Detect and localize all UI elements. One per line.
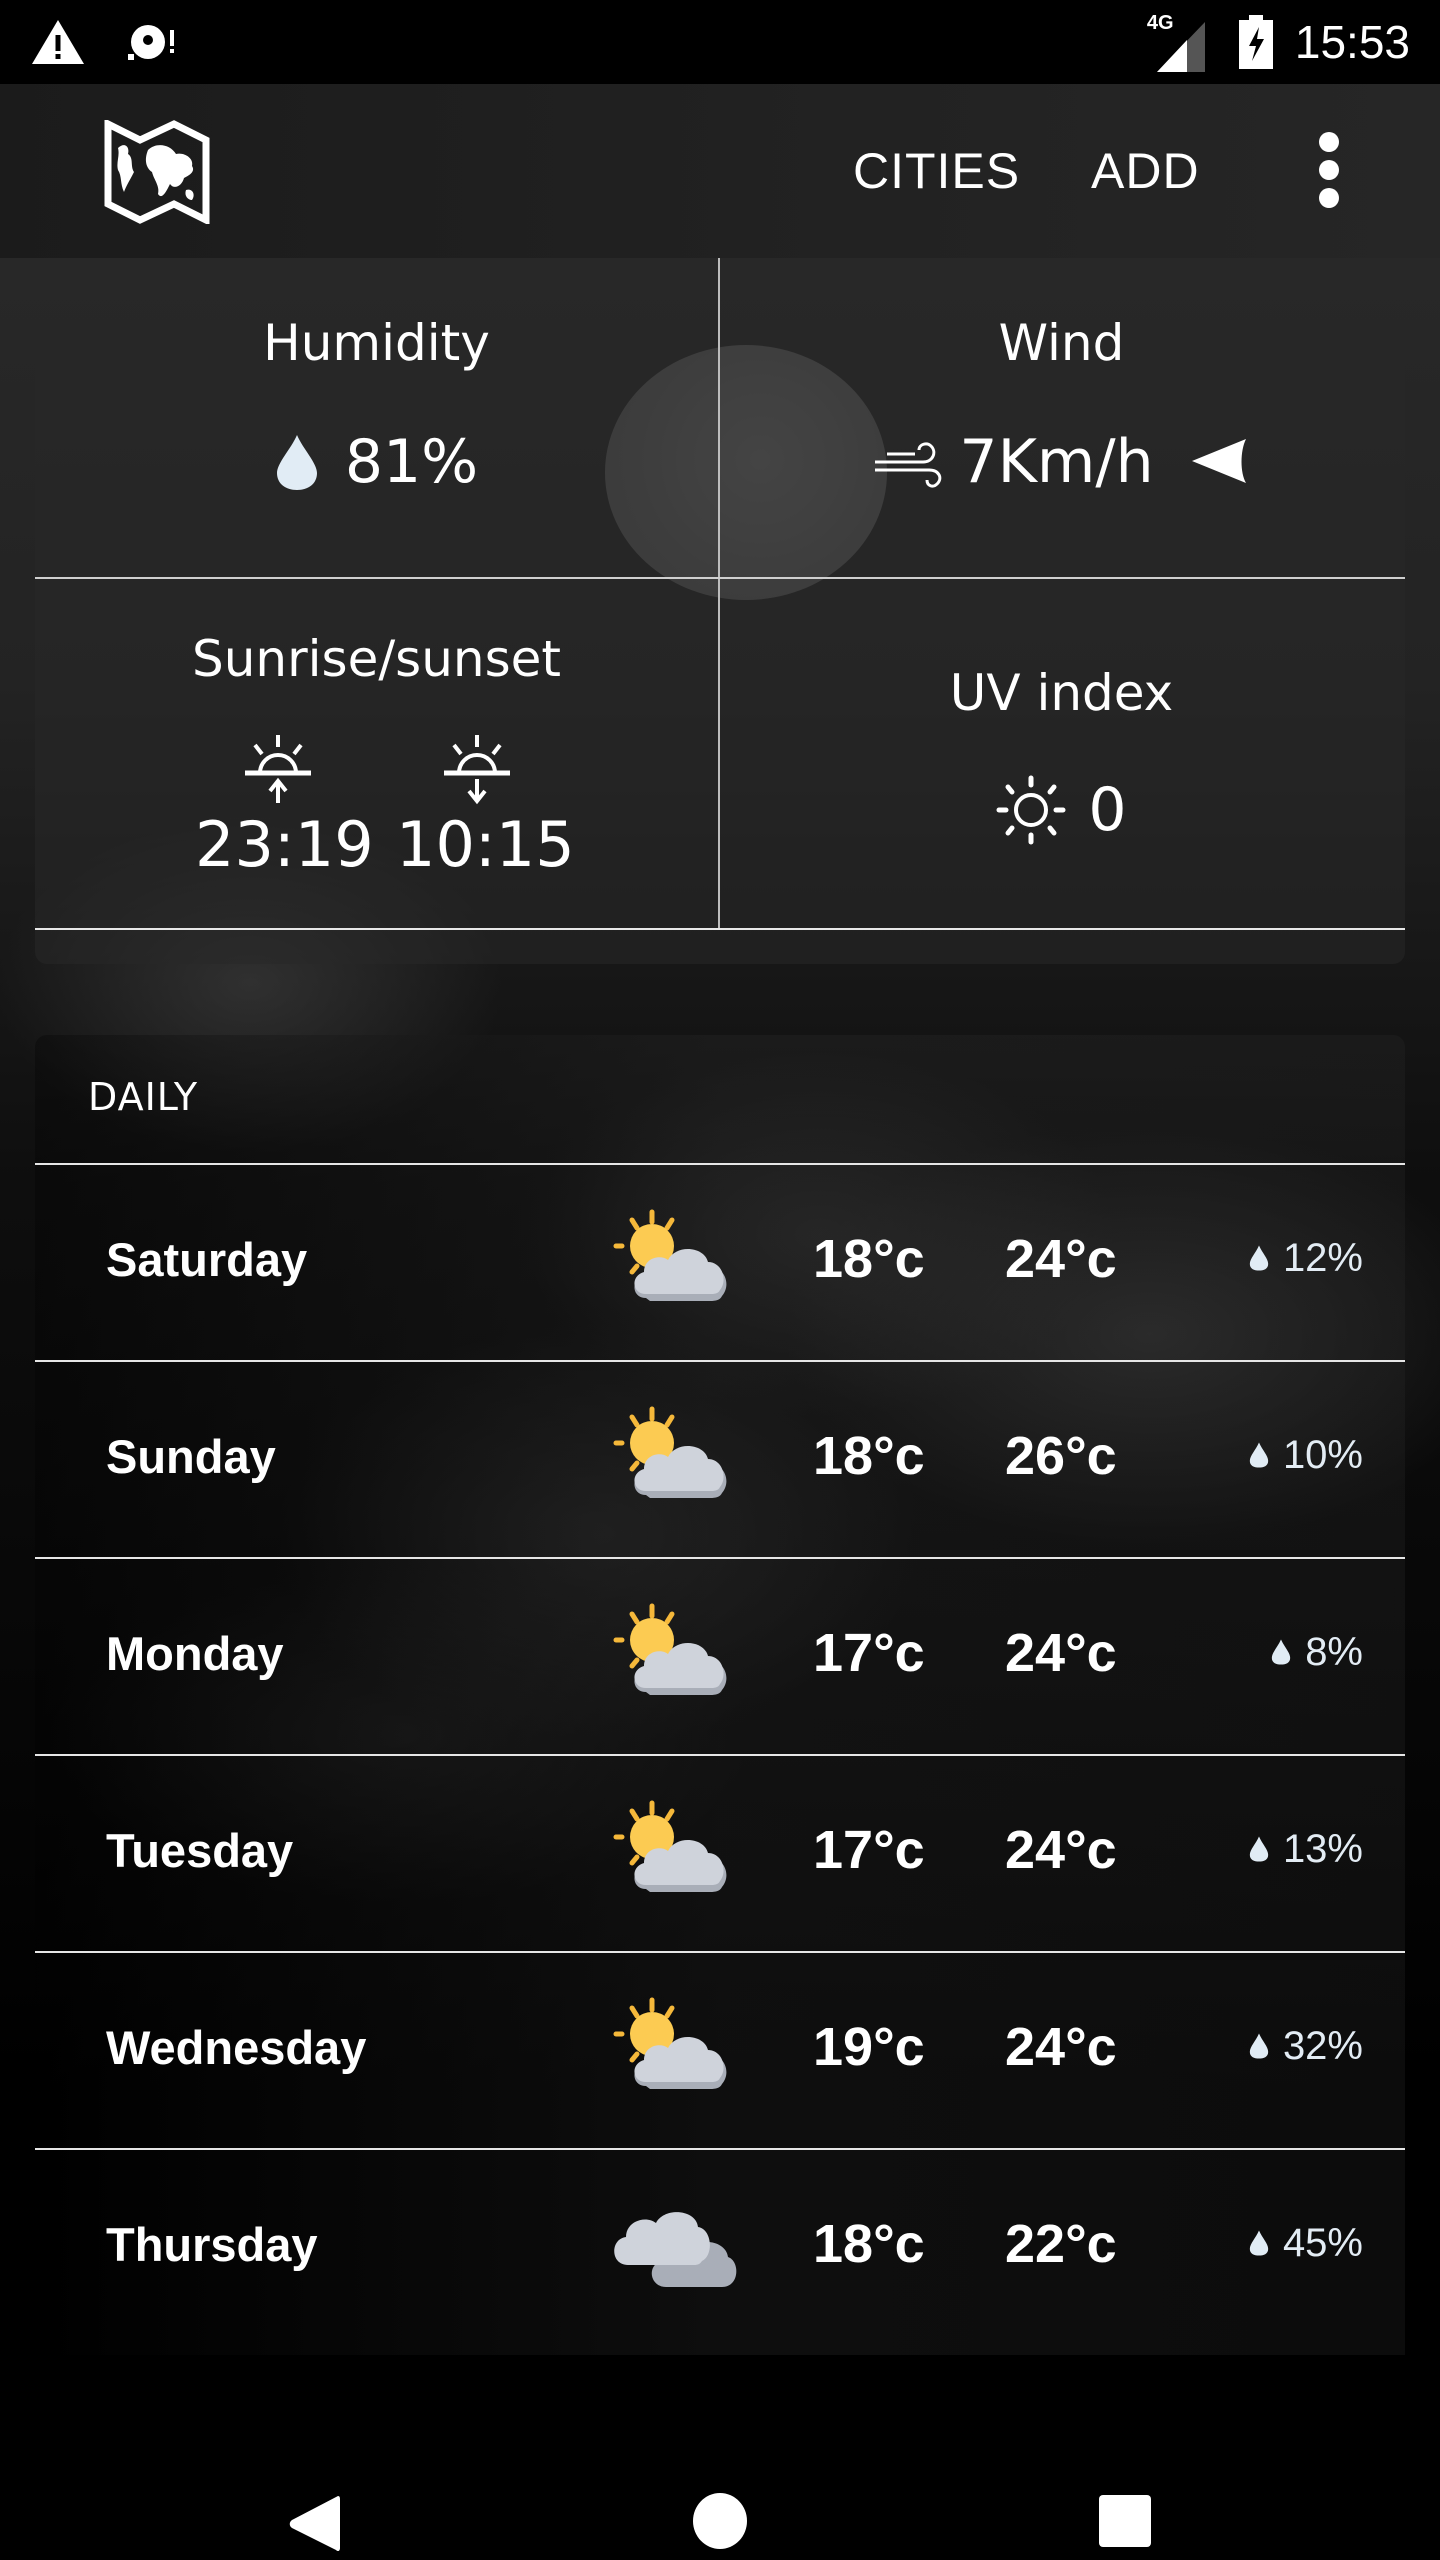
temp-low: 18°c [813, 1425, 925, 1486]
temp-high: 24°c [1005, 2016, 1117, 2077]
add-city-button[interactable]: ADD [1091, 142, 1200, 200]
row-divider [35, 2148, 1405, 2150]
temp-low: 18°c [813, 2213, 925, 2274]
precipitation: 13% [1249, 1827, 1363, 1872]
day-name: Tuesday [106, 1823, 294, 1877]
app-bar [0, 84, 1440, 258]
sunrise-time: 23:19 [195, 808, 374, 881]
cities-button[interactable]: CITIES [853, 142, 1020, 200]
precip-chance: 12% [1282, 1235, 1363, 1280]
rain-drop-icon [1249, 1834, 1269, 1864]
precip-chance: 45% [1282, 2220, 1363, 2265]
partly-cloudy-icon [610, 1994, 740, 2094]
precip-chance: 10% [1282, 1432, 1363, 1477]
humidity-value-group: 81% [35, 422, 718, 502]
rain-drop-icon [1249, 2031, 1269, 2061]
wind-speed: 7Km/h [959, 427, 1154, 497]
grid-divider-horizontal [35, 577, 1405, 579]
wind-direction-arrow-icon [1191, 439, 1246, 483]
navigation-bar [0, 2444, 1440, 2560]
partly-cloudy-icon [610, 1600, 740, 1700]
partly-cloudy-icon [610, 1206, 740, 1306]
day-name: Saturday [106, 1232, 308, 1286]
day-name: Monday [106, 1626, 284, 1680]
wind-icon [875, 442, 942, 488]
status-bar: 4G 15:53 [0, 0, 1440, 84]
temp-high: 24°c [1005, 1819, 1117, 1880]
temp-low: 17°c [813, 1622, 925, 1683]
temp-low: 17°c [813, 1819, 925, 1880]
humidity-value: 81% [344, 427, 479, 497]
wind-title: Wind [998, 314, 1125, 372]
temp-high: 26°c [1005, 1425, 1117, 1486]
row-divider [35, 1557, 1405, 1559]
battery-charging-icon [1238, 15, 1273, 69]
sun-outline-icon [996, 775, 1066, 845]
precipitation: 45% [1249, 2221, 1363, 2266]
back-button[interactable] [288, 2494, 342, 2554]
more-vert-icon[interactable] [1316, 132, 1342, 208]
rain-drop-icon [1249, 1440, 1269, 1470]
sunset-icon [444, 735, 510, 805]
sunset-time: 10:15 [396, 808, 575, 881]
clock: 15:53 [1294, 16, 1410, 68]
partly-cloudy-icon [610, 1797, 740, 1897]
row-divider [35, 1360, 1405, 1362]
sync-disc-icon [128, 25, 174, 60]
temp-high: 24°c [1005, 1228, 1117, 1289]
uv-index-value: 0 [1088, 775, 1127, 845]
row-divider [35, 1754, 1405, 1756]
grid-divider-horizontal [35, 928, 1405, 930]
home-button[interactable] [692, 2492, 748, 2550]
sunrise-icon [245, 735, 311, 803]
row-divider [35, 1951, 1405, 1953]
precip-chance: 32% [1282, 2023, 1363, 2068]
water-drop-icon [276, 435, 317, 490]
day-name: Sunday [106, 1429, 276, 1483]
wind-value-group: 7Km/h [720, 422, 1403, 502]
world-map-icon[interactable] [104, 120, 210, 224]
rain-drop-icon [1249, 2228, 1269, 2258]
temp-low: 19°c [813, 2016, 925, 2077]
precipitation: 10% [1249, 1433, 1363, 1478]
day-name: Wednesday [106, 2020, 367, 2074]
temp-high: 24°c [1005, 1622, 1117, 1683]
alert-icon [32, 20, 84, 64]
recents-button[interactable] [1098, 2494, 1152, 2548]
day-name: Thursday [106, 2217, 318, 2271]
precipitation: 8% [1271, 1630, 1363, 1675]
temp-high: 22°c [1005, 2213, 1117, 2274]
row-divider [35, 1163, 1405, 1165]
precip-chance: 13% [1282, 1826, 1363, 1871]
cloudy-icon [610, 2191, 740, 2291]
precip-chance: 8% [1305, 1629, 1363, 1674]
partly-cloudy-icon [610, 1403, 740, 1503]
sunrise-sunset-title: Sunrise/sunset [191, 630, 562, 688]
humidity-title: Humidity [263, 314, 490, 372]
temp-low: 18°c [813, 1228, 925, 1289]
cell-signal-icon: 4G [1147, 12, 1217, 72]
uv-value-group: 0 [720, 770, 1403, 850]
rain-drop-icon [1249, 1243, 1269, 1273]
rain-drop-icon [1271, 1637, 1291, 1667]
uv-index-title: UV index [949, 664, 1174, 722]
precipitation: 12% [1249, 1236, 1363, 1281]
precipitation: 32% [1249, 2024, 1363, 2069]
daily-section-label: DAILY [88, 1075, 199, 1119]
